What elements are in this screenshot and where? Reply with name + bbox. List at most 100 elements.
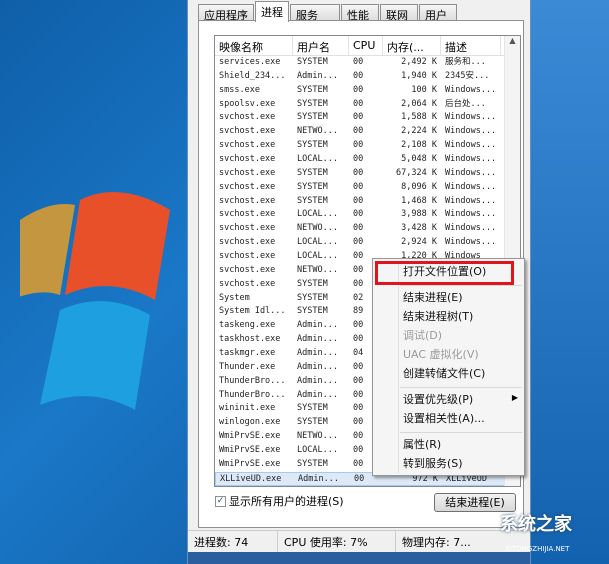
cell-user: Admin... [297,334,338,345]
cell-description: Windows... [445,223,497,234]
process-row[interactable]: spoolsv.exe SYSTEM 00 2,064 K 后台处... [215,98,520,112]
cell-image: wininit.exe [219,403,276,414]
col-user[interactable]: 用户名 [293,36,349,55]
cell-user: LOCAL... [297,251,338,262]
cell-user: Admin... [297,389,338,400]
menu-debug: 调试(D) [403,329,443,342]
cell-user: SYSTEM [297,403,328,414]
process-count: 进程数: 74 [188,531,278,552]
menu-go-to-service[interactable]: 转到服务(S) [403,455,463,473]
process-row[interactable]: svchost.exe SYSTEM 00 2,108 K Windows... [215,139,520,153]
cell-image: svchost.exe [219,237,276,248]
cell-memory: 100 K [411,84,437,95]
show-all-users-checkbox[interactable]: ✓ 显示所有用户的进程(S) [215,493,344,509]
cell-image: winlogon.exe [219,417,281,428]
tab-performance[interactable]: 性能 [341,4,379,22]
cell-user: SYSTEM [297,195,328,206]
cell-description: Windows... [445,84,497,95]
cell-user: Admin... [298,473,339,484]
submenu-arrow-icon: ▶ [511,393,518,402]
cell-user: NETWO... [297,223,338,234]
tab-services[interactable]: 服务 [290,4,340,22]
scroll-up-icon[interactable]: ▲ [509,36,515,45]
tab-processes[interactable]: 进程 [255,1,289,22]
col-cpu[interactable]: CPU [349,36,383,55]
cell-image: svchost.exe [219,126,276,137]
process-row[interactable]: services.exe SYSTEM 00 2,492 K 服务和... [215,56,520,70]
process-row[interactable]: smss.exe SYSTEM 00 100 K Windows... [215,84,520,98]
cell-image: smss.exe [219,84,260,95]
cell-cpu: 00 [353,112,364,123]
cell-image: Shield_234... [219,70,286,81]
cell-image: taskhost.exe [219,334,281,345]
cell-cpu: 00 [353,140,364,151]
menu-set-priority[interactable]: 设置优先级(P) [403,391,473,409]
window-bottom-border [188,552,530,564]
cell-user: SYSTEM [297,84,328,95]
tab-bar: 应用程序 进程 服务 性能 联网 用户 [198,1,458,22]
checkmark-icon: ✓ [215,495,226,507]
cell-memory: 2,224 K [401,126,437,137]
cell-cpu: 00 [353,195,364,206]
process-row[interactable]: svchost.exe SYSTEM 00 1,468 K Windows... [215,195,520,209]
cell-cpu: 00 [353,126,364,137]
tab-networking[interactable]: 联网 [380,4,418,22]
cell-image: svchost.exe [219,154,276,165]
cell-description: Windows... [445,126,497,137]
cell-image: taskmgr.exe [219,348,276,359]
col-image-name[interactable]: 映像名称 [215,36,293,55]
cell-user: SYSTEM [297,112,328,123]
process-row[interactable]: svchost.exe LOCAL... 00 2,924 K Windows... [215,236,520,250]
menu-end-process[interactable]: 结束进程(E) [403,289,463,307]
menu-properties[interactable]: 属性(R) [403,436,441,454]
cell-image: svchost.exe [219,223,276,234]
cell-user: LOCAL... [297,154,338,165]
menu-separator [400,387,522,388]
cell-description: 后台处... [445,98,486,109]
col-description[interactable]: 描述 [441,36,501,55]
process-row[interactable]: svchost.exe LOCAL... 00 5,048 K Windows... [215,153,520,167]
cell-memory: 2,492 K [401,57,437,67]
cell-cpu: 00 [353,209,364,220]
menu-separator [400,285,522,286]
cell-image: svchost.exe [219,140,276,151]
cell-cpu: 00 [353,154,364,165]
show-all-label: 显示所有用户的进程(S) [229,495,344,508]
menu-gutter [398,261,399,473]
cell-user: NETWO... [297,264,338,275]
process-row[interactable]: svchost.exe SYSTEM 00 67,324 K Windows... [215,167,520,181]
cell-cpu: 00 [353,57,364,67]
cell-memory: 1,468 K [401,195,437,206]
cell-image: svchost.exe [219,112,276,123]
cell-user: Admin... [297,348,338,359]
menu-create-dump[interactable]: 创建转储文件(C) [403,365,485,383]
process-row[interactable]: svchost.exe SYSTEM 00 8,096 K Windows... [215,181,520,195]
cell-user: LOCAL... [297,237,338,248]
tab-applications[interactable]: 应用程序 [198,4,254,22]
col-memory[interactable]: 内存(... [383,36,441,55]
menu-end-process-tree[interactable]: 结束进程树(T) [403,308,473,326]
cell-description: Windows... [445,140,497,151]
process-row[interactable]: svchost.exe NETWO... 00 3,428 K Windows... [215,222,520,236]
cell-image: System Idl... [219,306,286,317]
cell-description: Windows... [445,181,497,192]
menu-set-affinity[interactable]: 设置相关性(A)... [403,410,485,428]
tab-users[interactable]: 用户 [419,4,457,22]
cell-memory: 67,324 K [396,167,437,178]
process-row[interactable]: svchost.exe NETWO... 00 2,224 K Windows... [215,125,520,139]
cell-image: ThunderBro... [219,389,286,400]
cell-memory: 1,940 K [401,70,437,81]
menu-open-file-location[interactable]: 打开文件位置(O) [403,263,486,281]
cell-user: Admin... [297,70,338,81]
cell-description: 服务和... [445,57,486,67]
cell-memory: 5,048 K [401,154,437,165]
cell-memory: 2,924 K [401,237,437,248]
cell-user: NETWO... [297,126,338,137]
process-row[interactable]: svchost.exe SYSTEM 00 1,588 K Windows... [215,111,520,125]
cell-user: SYSTEM [297,292,328,303]
process-row[interactable]: Shield_234... Admin... 00 1,940 K 2345安... [215,70,520,84]
cell-user: Admin... [297,320,338,331]
process-row[interactable]: svchost.exe LOCAL... 00 3,988 K Windows... [215,208,520,222]
cell-description: Windows... [445,195,497,206]
list-header: 映像名称 用户名 CPU 内存(... 描述 [215,36,520,56]
